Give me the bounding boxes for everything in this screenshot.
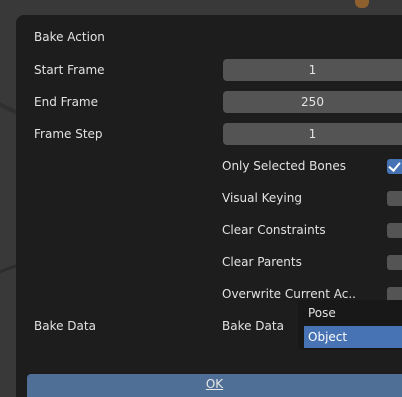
start-frame-field[interactable]: 1 (223, 59, 402, 81)
frame-step-field[interactable]: 1 (223, 123, 402, 145)
overwrite-current-action-label: Overwrite Current Ac.. (222, 287, 356, 301)
clear-constraints-checkbox[interactable] (387, 223, 402, 238)
bake-data-row-label: Bake Data (34, 319, 96, 333)
start-frame-label: Start Frame (34, 63, 105, 77)
clear-parents-label: Clear Parents (222, 255, 302, 269)
visual-keying-checkbox[interactable] (387, 191, 402, 206)
only-selected-bones-label: Only Selected Bones (222, 159, 346, 173)
ok-button[interactable]: OK (27, 374, 402, 397)
visual-keying-label: Visual Keying (222, 191, 302, 205)
dropdown-option-pose[interactable]: Pose (304, 302, 402, 324)
dialog-title: Bake Action (34, 30, 105, 44)
end-frame-field[interactable]: 250 (223, 91, 402, 113)
ok-button-label: OK (205, 377, 224, 391)
clear-parents-checkbox[interactable] (387, 255, 402, 270)
end-frame-label: End Frame (34, 95, 99, 109)
clear-constraints-label: Clear Constraints (222, 223, 326, 237)
bake-data-field-label: Bake Data (222, 319, 284, 333)
bake-data-dropdown[interactable]: Pose Object (298, 300, 402, 350)
only-selected-bones-checkbox[interactable] (387, 159, 402, 174)
dropdown-option-object[interactable]: Object (304, 326, 402, 348)
frame-step-label: Frame Step (34, 127, 103, 141)
